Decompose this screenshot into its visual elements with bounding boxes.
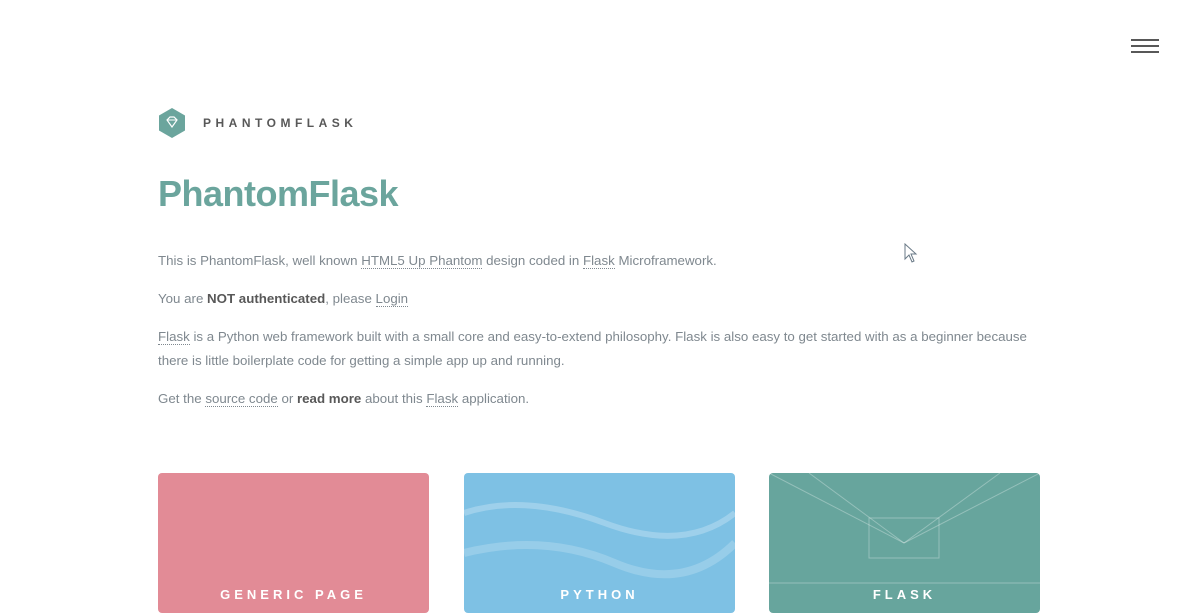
tile-python[interactable]: PYTHON: [464, 473, 735, 613]
read-more-link[interactable]: read more: [297, 391, 361, 406]
page-title: PhantomFlask: [158, 173, 399, 214]
source-paragraph: Get the source code or read more about t…: [158, 391, 530, 407]
logo-text: PHANTOMFLASK: [203, 116, 358, 130]
flask-link[interactable]: Flask: [158, 329, 190, 345]
flask-link[interactable]: Flask: [582, 253, 615, 269]
mouse-cursor-icon: [904, 243, 918, 263]
auth-status-paragraph: You are NOT authenticated, please Login: [158, 291, 409, 307]
flask-link[interactable]: Flask: [426, 391, 459, 407]
tile-generic-page[interactable]: GENERIC PAGE: [158, 473, 429, 613]
tile-flask[interactable]: FLASK: [769, 473, 1040, 613]
logo-link[interactable]: PHANTOMFLASK: [158, 108, 357, 138]
source-code-link[interactable]: source code: [205, 391, 278, 407]
gem-hexagon-icon: [159, 108, 185, 138]
auth-status: NOT authenticated: [207, 291, 326, 306]
flask-description-paragraph: Flask is a Python web framework built wi…: [158, 329, 1027, 368]
login-link[interactable]: Login: [375, 291, 409, 307]
html5up-phantom-link[interactable]: HTML5 Up Phantom: [361, 253, 483, 269]
menu-toggle-button[interactable]: [1128, 34, 1162, 60]
hamburger-menu-icon: [1131, 39, 1159, 41]
